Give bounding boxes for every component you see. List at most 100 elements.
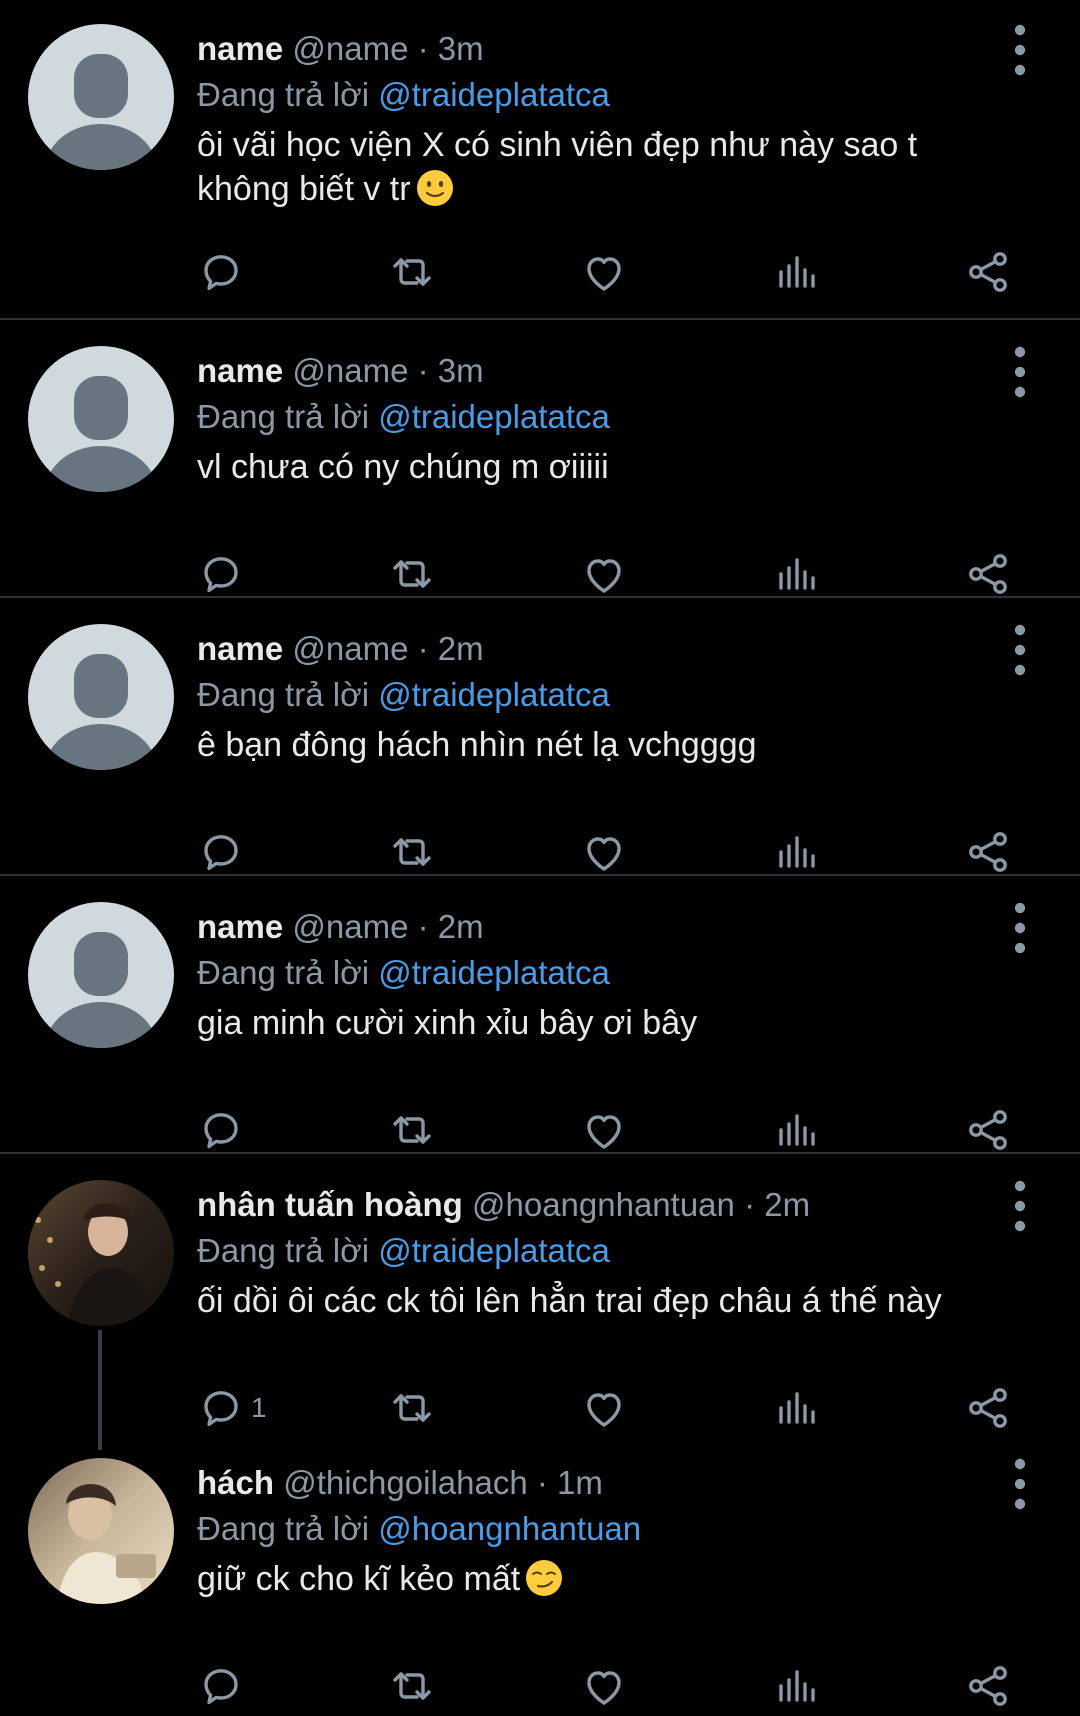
more-options-icon[interactable]	[1000, 1176, 1040, 1236]
default-avatar[interactable]	[28, 346, 174, 492]
views-icon[interactable]	[773, 1106, 821, 1154]
like-icon[interactable]	[580, 1384, 628, 1432]
reply-icon[interactable]	[197, 828, 245, 876]
views-icon[interactable]	[773, 828, 821, 876]
more-options-icon[interactable]	[1000, 342, 1040, 402]
retweet-button[interactable]	[388, 1378, 436, 1438]
reply-tweet[interactable]: name @name · 3m Đang trả lời @traideplata…	[0, 322, 1080, 602]
more-options-icon[interactable]	[1000, 1454, 1040, 1514]
user-handle[interactable]: @name	[292, 352, 408, 389]
views-button[interactable]	[773, 1378, 821, 1438]
more-options-icon[interactable]	[1000, 20, 1040, 80]
user-handle[interactable]: @hoangnhantuan	[472, 1186, 735, 1223]
like-button[interactable]	[580, 1656, 628, 1716]
mention-link[interactable]: @traideplatatca	[378, 76, 610, 113]
like-button[interactable]	[580, 242, 628, 302]
retweet-icon[interactable]	[388, 828, 436, 876]
user-handle[interactable]: @thichgoilahach	[283, 1464, 528, 1501]
views-button[interactable]	[773, 1656, 821, 1716]
timestamp[interactable]: 2m	[764, 1186, 810, 1223]
retweet-icon[interactable]	[388, 1662, 436, 1710]
reply-icon[interactable]	[197, 248, 245, 296]
views-button[interactable]	[773, 1100, 821, 1160]
share-icon[interactable]	[964, 1106, 1012, 1154]
like-icon[interactable]	[580, 828, 628, 876]
display-name[interactable]: name	[197, 352, 283, 389]
retweet-icon[interactable]	[388, 1106, 436, 1154]
share-icon[interactable]	[964, 1662, 1012, 1710]
display-name[interactable]: nhân tuấn hoàng	[197, 1186, 463, 1223]
reply-button[interactable]	[197, 1656, 251, 1716]
display-name[interactable]: name	[197, 630, 283, 667]
like-icon[interactable]	[580, 1662, 628, 1710]
views-button[interactable]	[773, 544, 821, 604]
mention-link[interactable]: @traideplatatca	[378, 954, 610, 991]
user-handle[interactable]: @name	[292, 630, 408, 667]
share-button[interactable]	[964, 242, 1012, 302]
reply-tweet[interactable]: nhân tuấn hoàng @hoangnhantuan · 2m Đang …	[0, 1156, 1080, 1436]
views-icon[interactable]	[773, 248, 821, 296]
mention-link[interactable]: @hoangnhantuan	[378, 1510, 641, 1547]
like-button[interactable]	[580, 1100, 628, 1160]
share-icon[interactable]	[964, 1384, 1012, 1432]
reply-button[interactable]	[197, 822, 251, 882]
reply-button[interactable]	[197, 544, 251, 604]
like-icon[interactable]	[580, 1106, 628, 1154]
retweet-button[interactable]	[388, 822, 436, 882]
like-button[interactable]	[580, 1378, 628, 1438]
share-button[interactable]	[964, 1656, 1012, 1716]
retweet-icon[interactable]	[388, 248, 436, 296]
views-icon[interactable]	[773, 550, 821, 598]
reply-icon[interactable]	[197, 550, 245, 598]
like-icon[interactable]	[580, 550, 628, 598]
reply-tweet[interactable]: name @name · 2m Đang trả lời @traideplata…	[0, 600, 1080, 880]
views-button[interactable]	[773, 822, 821, 882]
mention-link[interactable]: @traideplatatca	[378, 398, 610, 435]
timestamp[interactable]: 2m	[438, 908, 484, 945]
share-icon[interactable]	[964, 248, 1012, 296]
mention-link[interactable]: @traideplatatca	[378, 676, 610, 713]
reply-button[interactable]	[197, 1100, 251, 1160]
reply-tweet[interactable]: hách @thichgoilahach · 1m Đang trả lời @h…	[0, 1434, 1080, 1714]
share-button[interactable]	[964, 1378, 1012, 1438]
user-handle[interactable]: @name	[292, 30, 408, 67]
timestamp[interactable]: 2m	[438, 630, 484, 667]
like-icon[interactable]	[580, 248, 628, 296]
retweet-icon[interactable]	[388, 550, 436, 598]
reply-tweet[interactable]: name @name · 2m Đang trả lời @traideplata…	[0, 878, 1080, 1158]
timestamp[interactable]: 3m	[438, 352, 484, 389]
reply-icon[interactable]	[197, 1662, 245, 1710]
views-icon[interactable]	[773, 1662, 821, 1710]
default-avatar[interactable]	[28, 24, 174, 170]
default-avatar[interactable]	[28, 624, 174, 770]
user-avatar-photo[interactable]	[28, 1180, 174, 1326]
share-icon[interactable]	[964, 828, 1012, 876]
retweet-button[interactable]	[388, 242, 436, 302]
display-name[interactable]: name	[197, 30, 283, 67]
share-button[interactable]	[964, 822, 1012, 882]
more-options-icon[interactable]	[1000, 898, 1040, 958]
timestamp[interactable]: 3m	[438, 30, 484, 67]
mention-link[interactable]: @traideplatatca	[378, 1232, 610, 1269]
reply-tweet[interactable]: name @name · 3m Đang trả lời @traideplata…	[0, 0, 1080, 292]
share-button[interactable]	[964, 544, 1012, 604]
views-button[interactable]	[773, 242, 821, 302]
reply-button[interactable]: 1	[197, 1378, 267, 1438]
default-avatar[interactable]	[28, 902, 174, 1048]
retweet-button[interactable]	[388, 1656, 436, 1716]
retweet-icon[interactable]	[388, 1384, 436, 1432]
share-button[interactable]	[964, 1100, 1012, 1160]
user-avatar-photo[interactable]	[28, 1458, 174, 1604]
share-icon[interactable]	[964, 550, 1012, 598]
like-button[interactable]	[580, 822, 628, 882]
display-name[interactable]: hách	[197, 1464, 274, 1501]
like-button[interactable]	[580, 544, 628, 604]
timestamp[interactable]: 1m	[557, 1464, 603, 1501]
user-handle[interactable]: @name	[292, 908, 408, 945]
retweet-button[interactable]	[388, 1100, 436, 1160]
views-icon[interactable]	[773, 1384, 821, 1432]
more-options-icon[interactable]	[1000, 620, 1040, 680]
reply-icon[interactable]	[197, 1384, 245, 1432]
display-name[interactable]: name	[197, 908, 283, 945]
retweet-button[interactable]	[388, 544, 436, 604]
